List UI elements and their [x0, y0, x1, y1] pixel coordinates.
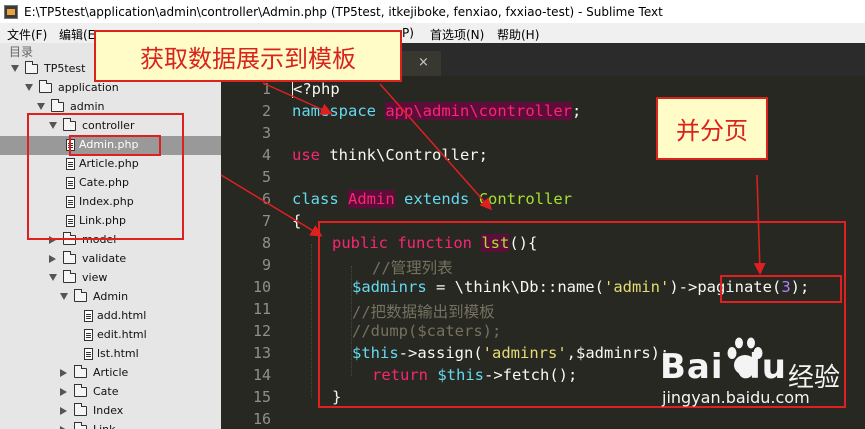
code-line-2: namespace app\admin\controller; [292, 102, 582, 120]
menu-preferences-partial[interactable]: P) [402, 26, 414, 40]
line-number: 10 [252, 278, 271, 296]
chevron-right-icon[interactable] [60, 407, 67, 415]
sidebar-item-label: view [82, 271, 108, 284]
line-number: 5 [261, 168, 271, 186]
line-number: 4 [261, 146, 271, 164]
sidebar-file-item[interactable]: add.html [0, 307, 221, 326]
chevron-down-icon[interactable] [11, 65, 19, 72]
window-title: E:\TP5test\application\admin\controller\… [24, 4, 663, 19]
watermark-url: jingyan.baidu.com [662, 388, 810, 407]
sidebar-item-label: lst.html [97, 347, 139, 360]
line-number: 11 [252, 300, 271, 318]
folder-icon [74, 365, 87, 378]
menu-file[interactable]: 文件(F) [7, 26, 47, 43]
menu-edit[interactable]: 编辑(E [59, 26, 95, 43]
indent-guide [311, 244, 312, 398]
line-number: 14 [252, 366, 271, 384]
namespace-highlight: app\admin\controller [385, 102, 572, 120]
folder-open-icon [74, 289, 87, 302]
close-icon[interactable]: × [418, 55, 429, 70]
line-number: 6 [261, 190, 271, 208]
file-icon [84, 329, 93, 341]
chevron-down-icon[interactable] [60, 293, 68, 300]
sidebar-file-item[interactable]: edit.html [0, 326, 221, 345]
sublime-app-icon [4, 4, 18, 19]
title-bar: E:\TP5test\application\admin\controller\… [0, 0, 865, 23]
chevron-down-icon[interactable] [25, 84, 33, 91]
menu-help[interactable]: 帮助(H) [497, 26, 539, 43]
sidebar-folder-item[interactable]: Article [0, 364, 221, 383]
folder-open-icon [39, 80, 52, 93]
admin-php-highlight [69, 135, 161, 156]
folder-open-icon [25, 61, 38, 74]
line-number: 16 [252, 410, 271, 428]
code-line-6: class Admin extends Controller [292, 190, 573, 208]
folder-open-icon [51, 99, 64, 112]
code-line-1: <?php [292, 80, 340, 98]
sidebar-title: 目录 [9, 45, 34, 59]
chevron-right-icon[interactable] [60, 369, 67, 377]
sidebar-item-label: admin [70, 100, 105, 113]
line-number: 3 [261, 124, 271, 142]
sidebar-item-label: TP5test [44, 62, 86, 75]
folder-icon [74, 403, 87, 416]
line-number: 8 [261, 234, 271, 252]
line-number: 7 [261, 212, 271, 230]
code-line-4: use think\Controller; [292, 146, 488, 164]
code-line-7: { [292, 212, 302, 230]
file-icon [84, 348, 93, 360]
baidu-watermark: Bai du 经验 jingyan.baidu.com [660, 335, 860, 425]
chevron-down-icon[interactable] [37, 103, 45, 110]
chevron-right-icon[interactable] [49, 255, 56, 263]
folder-icon [63, 251, 76, 264]
paw-icon [727, 337, 763, 375]
line-number: 2 [261, 102, 271, 120]
sidebar-folder-item[interactable]: Index [0, 402, 221, 421]
chevron-down-icon[interactable] [49, 274, 57, 281]
chevron-right-icon[interactable] [60, 388, 67, 396]
sidebar-folder-item[interactable]: validate [0, 250, 221, 269]
folder-open-icon [63, 270, 76, 283]
sidebar-item-label: Index [93, 404, 124, 417]
annotation-main: 获取数据展示到模板 [94, 30, 402, 82]
sidebar-item-label: validate [82, 252, 127, 265]
sidebar-item-label: Article [93, 366, 129, 379]
sidebar-folder-item[interactable]: Admin [0, 288, 221, 307]
sidebar-item-label: Admin [93, 290, 129, 303]
line-number: 1 [261, 80, 271, 98]
line-number: 12 [252, 322, 271, 340]
sidebar-item-label: Cate [93, 385, 119, 398]
folder-icon [74, 384, 87, 397]
controller-files-highlight [27, 113, 184, 240]
sidebar-file-item[interactable]: lst.html [0, 345, 221, 364]
paginate-highlight [720, 275, 842, 303]
menu-preferences[interactable]: 首选项(N) [430, 26, 484, 43]
annotation-paginate: 并分页 [656, 97, 768, 160]
sidebar-folder-item[interactable]: view [0, 269, 221, 288]
sidebar-folder-item[interactable]: Cate [0, 383, 221, 402]
sidebar-item-label: application [58, 81, 119, 94]
folder-icon [74, 422, 87, 429]
line-number: 9 [261, 256, 271, 274]
file-icon [84, 310, 93, 322]
sidebar-item-label: Link [93, 423, 116, 429]
sidebar-item-label: add.html [97, 309, 147, 322]
sidebar-item-label: edit.html [97, 328, 147, 341]
line-number: 15 [252, 388, 271, 406]
line-number: 13 [252, 344, 271, 362]
sidebar-folder-item[interactable]: Link [0, 421, 221, 429]
